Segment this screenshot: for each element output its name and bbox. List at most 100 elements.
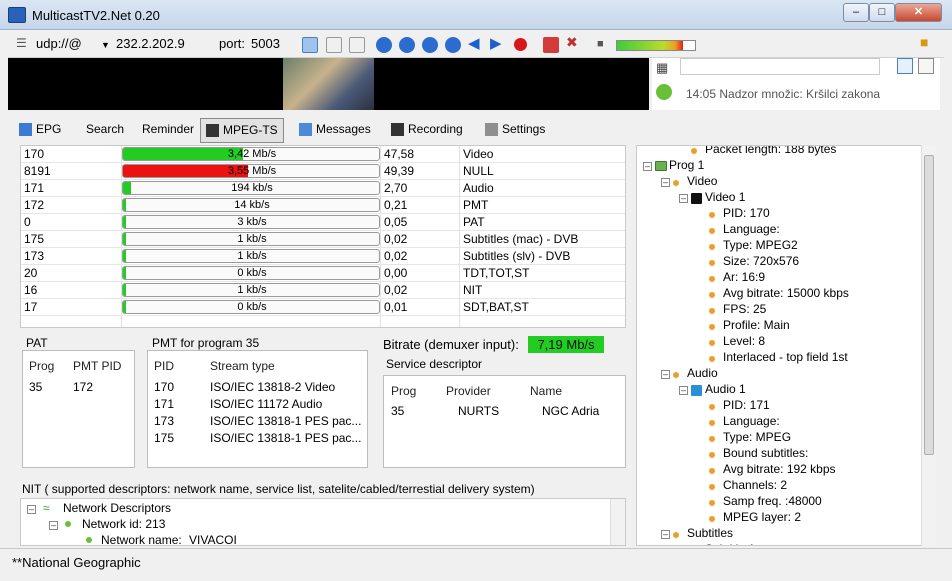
pat-cell[interactable]: 172 <box>73 380 93 394</box>
tree-item[interactable]: Channels: 2 <box>723 478 787 492</box>
close-button[interactable]: ✕ <box>895 3 942 22</box>
list-view-icon[interactable] <box>897 58 913 74</box>
fast-forward-icon[interactable] <box>445 37 461 53</box>
nit-item[interactable]: Network name: <box>101 533 182 545</box>
tree-item[interactable]: Subtitle 1 <box>705 542 755 545</box>
tree-item[interactable]: Samp freq. :48000 <box>723 494 822 508</box>
table-row[interactable]: 175 1 kb/s 0,02 Subtitles (mac) - DVB <box>21 231 625 248</box>
tab-recording[interactable]: Recording <box>386 118 474 143</box>
lock-icon[interactable]: ■ <box>920 34 928 50</box>
tree-item[interactable]: PID: 171 <box>723 398 770 412</box>
tree-item[interactable]: Avg bitrate: 15000 kbps <box>723 286 849 300</box>
table-row[interactable]: 0 3 kb/s 0,05 PAT <box>21 214 625 231</box>
grid-view-icon[interactable] <box>326 37 342 53</box>
tree-item[interactable]: Audio <box>687 366 718 380</box>
tree-item[interactable]: Size: 720x576 <box>723 254 799 268</box>
tree-item[interactable]: Profile: Main <box>723 318 790 332</box>
nit-item[interactable]: Network id: 213 <box>82 517 165 531</box>
detail-view-icon[interactable] <box>918 58 934 74</box>
pmt-cell[interactable]: ISO/IEC 13818-2 Video <box>210 380 335 394</box>
tab-reminder[interactable]: Reminder <box>134 118 194 143</box>
nit-item[interactable]: VIVACOI <box>189 533 237 545</box>
speaker-icon[interactable]: ■ <box>597 38 604 50</box>
rewind-icon[interactable] <box>399 37 415 53</box>
arrow-right-icon[interactable]: ▶ <box>490 34 502 52</box>
protocol-select[interactable]: udp://@ <box>36 36 82 51</box>
tab-messages[interactable]: Messages <box>294 118 380 143</box>
arrow-left-icon[interactable]: ◀ <box>468 34 480 52</box>
pmt-cell[interactable]: ISO/IEC 13818-1 PES pac... <box>210 414 361 428</box>
tools-icon[interactable]: ✖ <box>566 34 578 51</box>
service-cell[interactable]: NGC Adria <box>542 404 599 418</box>
tree-item[interactable]: MPEG layer: 2 <box>723 510 801 524</box>
tree-item[interactable]: Avg bitrate: 192 kbps <box>723 462 836 476</box>
tree-scrollbar-thumb[interactable] <box>924 155 934 455</box>
collapse-icon[interactable]: – <box>643 162 652 171</box>
collapse-icon[interactable]: – <box>661 370 670 379</box>
tree-item[interactable]: Packet length: 188 bytes <box>705 146 836 156</box>
tree-item[interactable]: FPS: 25 <box>723 302 766 316</box>
nit-scrollbar[interactable] <box>610 499 625 545</box>
address-input[interactable]: 232.2.202.9 <box>116 36 185 51</box>
service-cell[interactable]: NURTS <box>458 404 499 418</box>
tab-label: MPEG-TS <box>223 123 278 137</box>
pmt-cell[interactable]: 173 <box>154 414 174 428</box>
minimize-button[interactable]: – <box>843 3 869 22</box>
collapse-icon[interactable]: – <box>49 521 58 530</box>
collapse-icon[interactable]: – <box>661 178 670 187</box>
tab-epg[interactable]: EPG <box>14 118 72 143</box>
table-row[interactable]: 16 1 kb/s 0,02 NIT <box>21 282 625 299</box>
schedule-icon[interactable] <box>543 37 559 53</box>
stop-icon[interactable] <box>422 37 438 53</box>
tree-item[interactable]: Ar: 16:9 <box>723 270 765 284</box>
table-row[interactable]: 172 14 kb/s 0,21 PMT <box>21 197 625 214</box>
tree-scrollbar[interactable] <box>921 145 936 546</box>
table-row[interactable]: 17 0 kb/s 0,01 SDT,BAT,ST <box>21 299 625 316</box>
epg-input[interactable] <box>680 58 880 75</box>
pmt-cell[interactable]: ISO/IEC 13818-1 PES pac... <box>210 431 361 445</box>
table-row[interactable]: 171 194 kb/s 2,70 Audio <box>21 180 625 197</box>
tree-item[interactable]: Language: <box>723 222 780 236</box>
tree-item[interactable]: Language: <box>723 414 780 428</box>
pmt-cell[interactable]: 175 <box>154 431 174 445</box>
table-row[interactable]: 8191 3,55 Mb/s 49,39 NULL <box>21 163 625 180</box>
single-view-icon[interactable] <box>302 37 318 53</box>
collapse-icon[interactable]: – <box>661 530 670 539</box>
record-icon[interactable] <box>514 38 527 51</box>
table-row[interactable]: 170 3,42 Mb/s 47,58 Video <box>21 146 625 163</box>
port-input[interactable]: 5003 <box>251 36 280 51</box>
table-row[interactable]: 173 1 kb/s 0,02 Subtitles (slv) - DVB <box>21 248 625 265</box>
tree-item[interactable]: Prog 1 <box>669 158 704 172</box>
tree-item[interactable]: PID: 170 <box>723 206 770 220</box>
pmt-cell[interactable]: 171 <box>154 397 174 411</box>
table-row[interactable]: 20 0 kb/s 0,00 TDT,TOT,ST <box>21 265 625 282</box>
tab-mpeg-ts[interactable]: MPEG-TS <box>200 118 284 143</box>
pmt-cell[interactable]: ISO/IEC 11172 Audio <box>210 397 322 411</box>
pat-cell[interactable]: 35 <box>29 380 42 394</box>
tree-item[interactable]: Interlaced - top field 1st <box>723 350 848 364</box>
chevron-down-icon[interactable]: ▼ <box>101 40 110 50</box>
tree-item[interactable]: Subtitles <box>687 526 733 540</box>
nit-item[interactable]: Network Descriptors <box>63 501 171 515</box>
pause-icon[interactable] <box>376 37 392 53</box>
tree-item[interactable]: Bound subtitles: <box>723 446 808 460</box>
port-label: port: <box>219 36 246 51</box>
list-icon[interactable]: ☰ <box>16 36 27 50</box>
tree-item[interactable]: Audio 1 <box>705 382 746 396</box>
tree-item[interactable]: Type: MPEG <box>723 430 791 444</box>
tab-settings[interactable]: Settings <box>480 118 556 143</box>
pid-cell: 16 <box>24 283 38 297</box>
collapse-icon[interactable]: – <box>27 505 36 514</box>
tree-item[interactable]: Video 1 <box>705 190 745 204</box>
tree-item[interactable]: Level: 8 <box>723 334 765 348</box>
bitrate-bar: 1 kb/s <box>122 232 380 246</box>
service-cell[interactable]: 35 <box>391 404 404 418</box>
tree-item[interactable]: Type: MPEG2 <box>723 238 798 252</box>
pmt-cell[interactable]: 170 <box>154 380 174 394</box>
maximize-button[interactable]: □ <box>869 3 895 22</box>
fullscreen-icon[interactable] <box>349 37 365 53</box>
tab-search[interactable]: Search <box>78 118 128 143</box>
collapse-icon[interactable]: – <box>679 194 688 203</box>
tree-item[interactable]: Video <box>687 174 717 188</box>
collapse-icon[interactable]: – <box>679 386 688 395</box>
